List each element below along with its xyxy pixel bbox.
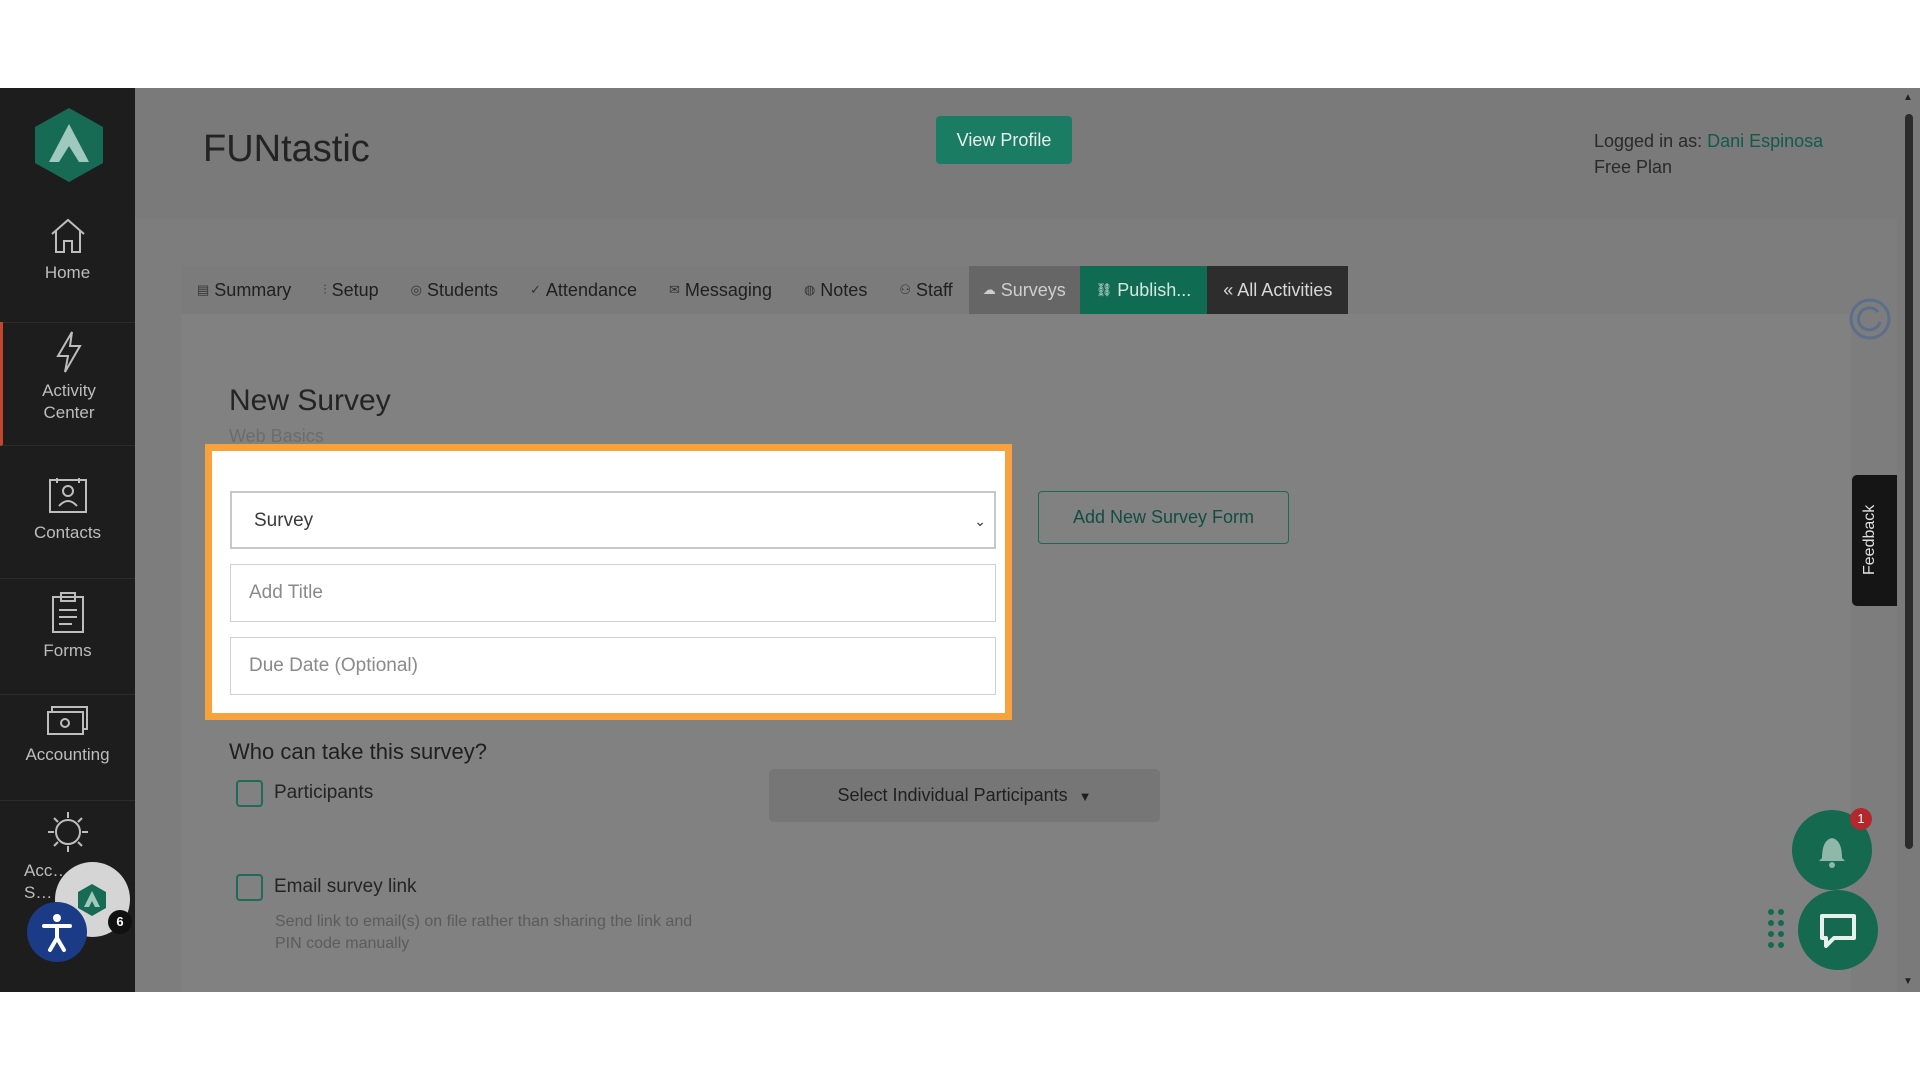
email-survey-note: Send link to email(s) on file rather tha…: [275, 913, 693, 952]
tab-surveys[interactable]: ☁ Surveys: [968, 266, 1080, 314]
dropdown-label: Select Individual Participants: [837, 785, 1068, 805]
mail-icon: ✉: [669, 282, 680, 297]
login-info: Logged in as: Dani Espinosa Free Plan: [1594, 128, 1823, 180]
logged-in-label: Logged in as:: [1594, 131, 1703, 151]
user-name-link[interactable]: Dani Espinosa: [1707, 131, 1823, 151]
tab-label: Notes: [820, 280, 868, 300]
activity-tabs: ▤ Summary ⫶ Setup ◎ Students ✓ Attendance ✉ M…: [181, 266, 1349, 314]
home-icon: [50, 218, 85, 253]
tab-label: Staff: [915, 280, 953, 300]
setup-icon: ⫶: [323, 282, 327, 297]
sidebar-item-label: Contacts: [33, 523, 102, 542]
staff-icon: ⚇: [899, 282, 911, 297]
app-window: Home Activity Center Contacts Forms Acco…: [0, 88, 1920, 992]
scroll-up-icon[interactable]: ▲: [1903, 92, 1913, 103]
avatar-count-badge: 6: [108, 910, 132, 934]
participants-label: Participants: [274, 782, 374, 803]
vertical-scrollbar[interactable]: ▲ ▼: [1897, 88, 1920, 992]
select-value: Survey: [254, 510, 314, 531]
sidebar-item-forms[interactable]: Forms: [0, 576, 135, 695]
due-date-input[interactable]: Due Date (Optional): [230, 637, 996, 695]
notes-icon: ◍: [803, 282, 816, 297]
tab-label: Setup: [331, 280, 379, 300]
caret-down-icon: ▼: [1078, 789, 1092, 804]
lightning-icon: [56, 331, 82, 373]
tab-setup[interactable]: ⫶ Setup: [307, 266, 395, 314]
sidebar-item-activity-center[interactable]: Activity Center: [0, 322, 135, 446]
students-icon: ◎: [410, 282, 422, 297]
tab-label: Surveys: [1000, 280, 1066, 300]
accessibility-icon: [42, 914, 72, 952]
section-title: New Survey: [229, 384, 391, 417]
select-participants-dropdown[interactable]: Select Individual Participants ▼: [769, 769, 1160, 822]
accessibility-button[interactable]: [27, 902, 87, 962]
refresh-icon[interactable]: [1849, 298, 1891, 340]
tab-notes[interactable]: ◍ Notes: [787, 266, 884, 314]
tab-label: Summary: [214, 280, 292, 300]
title-input[interactable]: Add Title: [230, 564, 996, 622]
contacts-icon: [48, 478, 87, 513]
tab-label: Attendance: [545, 280, 637, 300]
gear-icon: [47, 812, 88, 852]
cloud-icon: ☁: [982, 282, 996, 297]
sidebar: Home Activity Center Contacts Forms Acco…: [0, 88, 135, 992]
tab-summary[interactable]: ▤ Summary: [181, 266, 308, 314]
tab-messaging[interactable]: ✉ Messaging: [653, 266, 788, 314]
chevron-down-icon: ⌄: [974, 513, 986, 529]
sidebar-item-label: Home: [44, 263, 91, 282]
view-profile-button[interactable]: View Profile: [936, 116, 1072, 164]
survey-type-select[interactable]: Survey ⌄: [230, 491, 996, 549]
tab-attendance[interactable]: ✓ Attendance: [514, 266, 653, 314]
feedback-label: Feedback: [1861, 504, 1878, 575]
page-header: FUNtastic View Profile Logged in as: Dan…: [135, 88, 1920, 219]
scroll-down-icon[interactable]: ▼: [1903, 976, 1913, 987]
tab-label: Students: [426, 280, 499, 300]
participants-checkbox[interactable]: [236, 780, 263, 807]
who-can-take-label: Who can take this survey?: [229, 739, 488, 764]
chat-icon: [1820, 914, 1856, 948]
tab-publish[interactable]: ⛓ Publish...: [1079, 266, 1208, 314]
sidebar-item-home[interactable]: Home: [0, 216, 135, 323]
feedback-tab[interactable]: Feedback: [1852, 475, 1898, 606]
plan-label: Free Plan: [1594, 157, 1673, 177]
sidebar-item-contacts[interactable]: Contacts: [0, 460, 135, 579]
tab-students[interactable]: ◎ Students: [394, 266, 515, 314]
money-icon: [46, 706, 88, 735]
app-logo[interactable]: [33, 106, 105, 184]
tab-all-activities[interactable]: « All Activities: [1207, 266, 1349, 314]
tab-staff[interactable]: ⚇ Staff: [883, 266, 969, 314]
sidebar-item-label: Activity Center: [42, 381, 96, 422]
tab-label: Messaging: [684, 280, 772, 300]
sidebar-item-label: Accounting: [25, 745, 110, 764]
sidebar-item-label: Forms: [43, 641, 92, 660]
check-icon: ✓: [530, 282, 541, 297]
summary-icon: ▤: [197, 282, 210, 297]
notification-count-badge: 1: [1850, 808, 1872, 830]
clipboard-icon: [51, 592, 84, 633]
link-icon: ⛓: [1095, 282, 1113, 297]
drag-handle-icon[interactable]: [1766, 908, 1786, 952]
email-survey-checkbox[interactable]: [236, 874, 263, 901]
page-title: FUNtastic: [203, 128, 370, 170]
tab-label: Publish...: [1117, 280, 1192, 300]
scroll-thumb[interactable]: [1905, 114, 1913, 849]
tab-label: « All Activities: [1223, 280, 1333, 300]
add-new-survey-form-button[interactable]: Add New Survey Form: [1038, 491, 1289, 544]
sidebar-item-accounting[interactable]: Accounting: [0, 692, 135, 801]
chat-button[interactable]: [1798, 890, 1878, 970]
email-survey-label: Email survey link: [274, 876, 417, 897]
